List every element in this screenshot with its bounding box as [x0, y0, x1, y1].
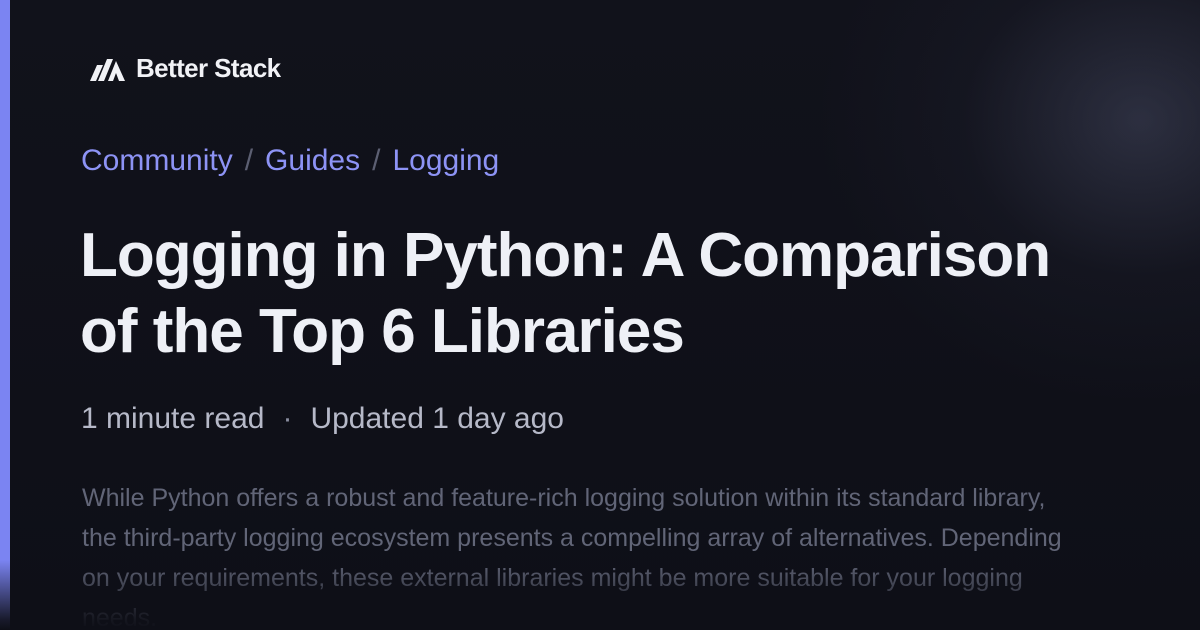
breadcrumb-item-guides[interactable]: Guides [265, 144, 360, 177]
accent-bar [0, 0, 10, 630]
og-card: Better Stack Community / Guides / Logging Lo… [0, 0, 1200, 630]
article-excerpt: While Python offers a robust and feature… [82, 484, 1062, 630]
article-meta: 1 minute read · Updated 1 day ago [81, 400, 564, 438]
breadcrumb: Community / Guides / Logging [81, 142, 499, 180]
brand-logo[interactable]: Better Stack [90, 54, 281, 82]
breadcrumb-separator: / [244, 144, 254, 177]
breadcrumb-item-community[interactable]: Community [81, 144, 233, 177]
brand-name: Better Stack [136, 53, 281, 83]
updated-time: Updated 1 day ago [310, 402, 564, 435]
article-title: Logging in Python: A Comparison of the T… [80, 221, 1051, 366]
breadcrumb-separator: / [372, 144, 381, 177]
breadcrumb-item-logging[interactable]: Logging [392, 144, 499, 177]
better-stack-logo-icon [90, 55, 126, 81]
meta-separator: · [282, 402, 293, 435]
read-time: 1 minute read [81, 402, 265, 435]
